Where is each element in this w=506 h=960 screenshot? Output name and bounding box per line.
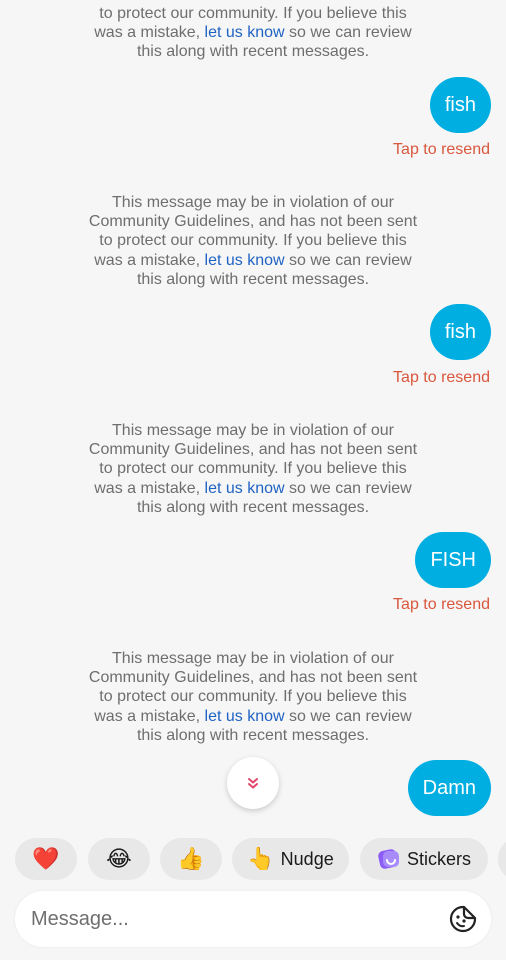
sent-message-bubble[interactable]: fish — [429, 304, 491, 360]
heart-icon: ❤️ — [32, 846, 60, 871]
tap-to-resend-link[interactable]: Tap to resend — [393, 368, 490, 388]
let-us-know-link[interactable]: let us know — [205, 252, 285, 269]
chat-thread[interactable]: to protect our community. If you believe… — [0, 0, 506, 830]
let-us-know-link[interactable]: let us know — [205, 708, 285, 725]
nudge-label: Nudge — [280, 848, 334, 869]
double-chevron-down-icon — [248, 778, 258, 789]
stickers-button[interactable]: Stickers — [360, 838, 488, 880]
nudge-button[interactable]: 👆 Nudge — [232, 838, 349, 880]
let-us-know-link[interactable]: let us know — [205, 24, 285, 41]
tap-to-resend-link[interactable]: Tap to resend — [393, 140, 490, 160]
sent-message-bubble[interactable]: FISH — [415, 532, 491, 588]
quick-reactions-bar: ❤️ 😂 👍 👆 Nudge Stickers — [0, 838, 506, 882]
violation-notice: This message may be in violation of our … — [88, 422, 418, 516]
reaction-thumbs-up-button[interactable]: 👍 — [160, 838, 222, 880]
thumbs-up-icon: 👍 — [177, 846, 205, 871]
let-us-know-link[interactable]: let us know — [205, 480, 285, 497]
more-reactions-chip[interactable] — [498, 838, 506, 880]
sent-message-bubble[interactable]: fish — [429, 77, 491, 133]
scroll-to-bottom-button[interactable] — [227, 757, 279, 809]
stickers-label: Stickers — [406, 848, 471, 869]
reaction-heart-button[interactable]: ❤️ — [15, 838, 77, 880]
reaction-laugh-button[interactable]: 😂 — [88, 838, 150, 880]
tap-to-resend-link[interactable]: Tap to resend — [393, 595, 490, 615]
sticker-face-icon[interactable] — [449, 905, 477, 933]
message-input[interactable] — [31, 891, 431, 947]
pointing-hand-icon: 👆 — [247, 846, 275, 871]
violation-notice: This message may be in violation of our … — [88, 650, 418, 744]
sent-message-bubble[interactable]: Damn — [407, 760, 491, 816]
sticker-icon — [378, 849, 399, 869]
violation-notice: This message may be in violation of our … — [88, 194, 418, 288]
violation-notice: to protect our community. If you believe… — [94, 5, 412, 61]
message-composer — [15, 891, 491, 947]
laughing-face-icon: 😂 — [106, 846, 132, 871]
